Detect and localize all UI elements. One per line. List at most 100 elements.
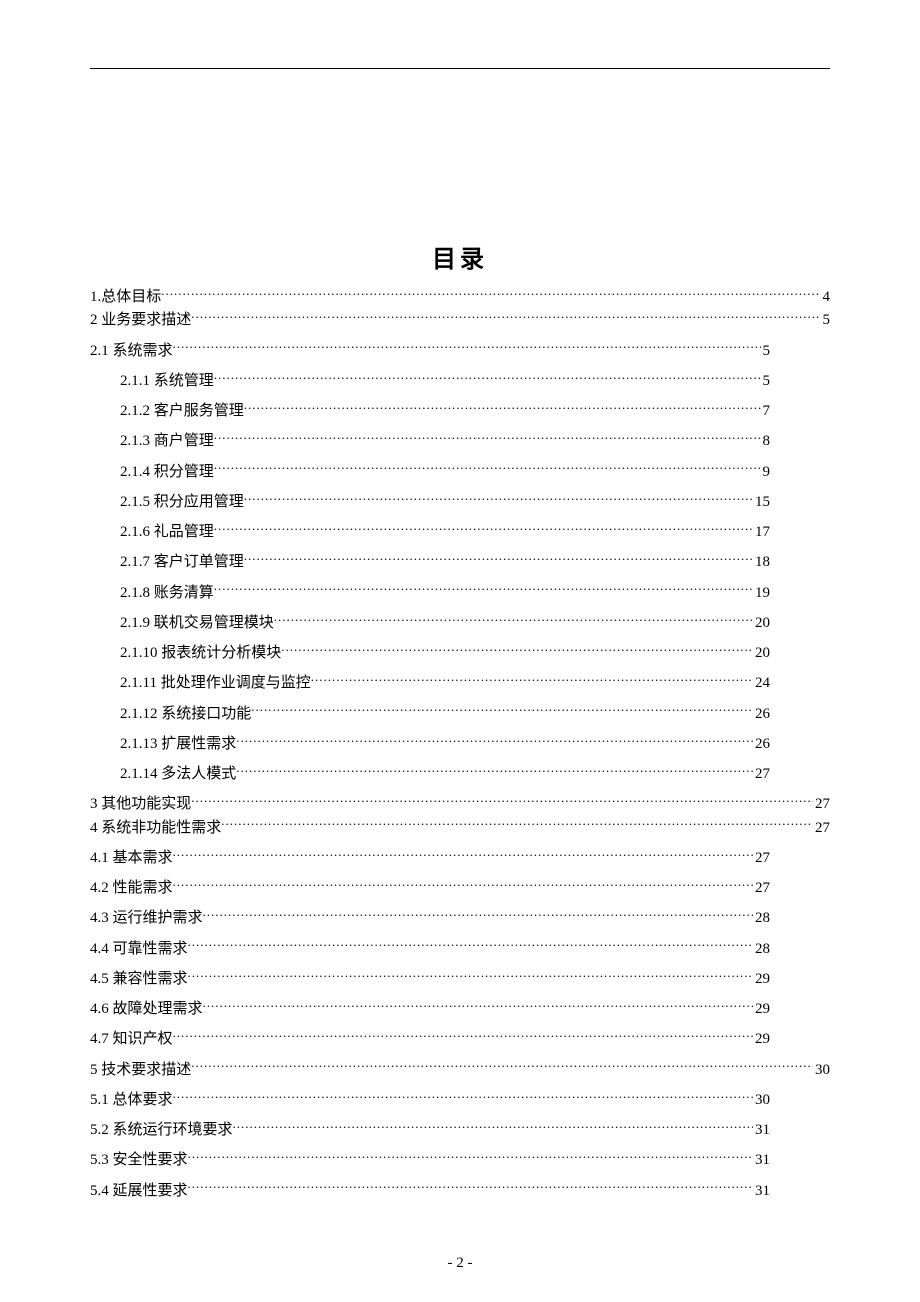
- header-rule: [90, 68, 830, 69]
- toc-entry-label: 2.1 系统需求: [90, 340, 173, 363]
- toc-entry-label: 2.1.8 账务清算: [120, 582, 214, 605]
- toc-entry-page: 4: [821, 286, 831, 309]
- toc-entry-label: 4 系统非功能性需求: [90, 817, 221, 840]
- toc-entry-page: 5: [761, 370, 771, 393]
- toc-leader-dots: [203, 998, 753, 1013]
- toc-entry: 2.1.13 扩展性需求 26: [90, 733, 770, 756]
- table-of-contents: 1.总体目标42 业务要求描述52.1 系统需求52.1.1 系统管理52.1.…: [90, 286, 830, 1203]
- toc-leader-dots: [173, 877, 753, 892]
- toc-leader-dots: [244, 551, 753, 566]
- toc-leader-dots: [214, 461, 761, 476]
- toc-entry-label: 4.4 可靠性需求: [90, 938, 188, 961]
- toc-entry-label: 2.1.7 客户订单管理: [120, 551, 244, 574]
- toc-entry-label: 4.2 性能需求: [90, 877, 173, 900]
- toc-entry: 5.3 安全性要求 31: [90, 1149, 770, 1172]
- toc-entry: 4 系统非功能性需求 27: [90, 817, 830, 840]
- toc-entry-label: 5.4 延展性要求: [90, 1180, 188, 1203]
- page-number: - 2 -: [0, 1255, 920, 1272]
- toc-entry-page: 18: [753, 551, 770, 574]
- toc-title: 目录: [90, 239, 830, 274]
- toc-entry-label: 2.1.10 报表统计分析模块: [120, 642, 281, 665]
- toc-entry: 5.1 总体要求30: [90, 1089, 770, 1112]
- toc-entry: 4.7 知识产权29: [90, 1028, 770, 1051]
- toc-leader-dots: [221, 817, 813, 832]
- toc-entry-page: 28: [753, 907, 770, 930]
- toc-entry-page: 26: [753, 733, 770, 756]
- toc-leader-dots: [191, 309, 820, 324]
- toc-entry-page: 8: [761, 430, 771, 453]
- toc-entry: 2.1.6 礼品管理17: [90, 521, 770, 544]
- toc-entry: 5 技术要求描述 30: [90, 1059, 830, 1082]
- toc-leader-dots: [188, 968, 753, 983]
- toc-entry: 2 业务要求描述 5: [90, 309, 830, 332]
- toc-leader-dots: [214, 370, 761, 385]
- toc-entry-label: 4.6 故障处理需求: [90, 998, 203, 1021]
- toc-leader-dots: [173, 340, 761, 355]
- toc-entry: 4.2 性能需求27: [90, 877, 770, 900]
- toc-entry-page: 9: [761, 461, 771, 484]
- toc-entry-label: 5.2 系统运行环境要求: [90, 1119, 233, 1142]
- toc-entry: 2.1.14 多法人模式27: [90, 763, 770, 786]
- toc-entry-label: 2.1.13 扩展性需求: [120, 733, 236, 756]
- toc-entry-page: 27: [813, 817, 830, 840]
- toc-entry-page: 20: [753, 642, 770, 665]
- toc-leader-dots: [281, 642, 753, 657]
- toc-entry: 2.1 系统需求 5: [90, 340, 770, 363]
- toc-entry: 5.4 延展性要求31: [90, 1180, 770, 1203]
- toc-entry-page: 30: [813, 1059, 830, 1082]
- toc-leader-dots: [173, 847, 753, 862]
- toc-entry-label: 4.1 基本需求: [90, 847, 173, 870]
- toc-leader-dots: [203, 907, 753, 922]
- toc-entry: 4.6 故障处理需求29: [90, 998, 770, 1021]
- toc-entry-label: 2 业务要求描述: [90, 309, 191, 332]
- toc-entry-label: 4.5 兼容性需求: [90, 968, 188, 991]
- toc-leader-dots: [311, 672, 753, 687]
- toc-entry-label: 5 技术要求描述: [90, 1059, 191, 1082]
- toc-entry-label: 2.1.12 系统接口功能: [120, 703, 251, 726]
- toc-entry-label: 1.总体目标: [90, 286, 161, 309]
- toc-entry-label: 2.1.5 积分应用管理: [120, 491, 244, 514]
- toc-leader-dots: [214, 582, 753, 597]
- toc-entry: 4.1 基本需求 27: [90, 847, 770, 870]
- toc-entry: 1.总体目标 4: [90, 286, 830, 309]
- toc-entry-page: 31: [753, 1149, 770, 1172]
- toc-entry: 2.1.2 客户服务管理7: [90, 400, 770, 423]
- toc-entry: 5.2 系统运行环境要求31: [90, 1119, 770, 1142]
- toc-leader-dots: [188, 1149, 753, 1164]
- toc-entry-page: 5: [821, 309, 831, 332]
- toc-leader-dots: [161, 286, 820, 301]
- toc-entry-label: 2.1.11 批处理作业调度与监控: [120, 672, 311, 695]
- toc-entry: 2.1.12 系统接口功能 26: [90, 703, 770, 726]
- toc-entry-page: 24: [753, 672, 770, 695]
- toc-entry-label: 4.7 知识产权: [90, 1028, 173, 1051]
- toc-entry-label: 2.1.3 商户管理: [120, 430, 214, 453]
- toc-entry: 4.3 运行维护需求28: [90, 907, 770, 930]
- toc-leader-dots: [191, 793, 813, 808]
- toc-entry-page: 27: [753, 847, 770, 870]
- toc-entry: 3 其他功能实现 27: [90, 793, 830, 816]
- toc-entry: 2.1.9 联机交易管理模块20: [90, 612, 770, 635]
- toc-leader-dots: [188, 1180, 753, 1195]
- toc-leader-dots: [214, 521, 753, 536]
- toc-entry: 2.1.11 批处理作业调度与监控 24: [90, 672, 770, 695]
- toc-leader-dots: [244, 400, 761, 415]
- toc-entry-page: 5: [761, 340, 771, 363]
- toc-entry-label: 5.3 安全性要求: [90, 1149, 188, 1172]
- toc-entry: 2.1.8 账务清算19: [90, 582, 770, 605]
- toc-entry-page: 15: [753, 491, 770, 514]
- toc-entry: 2.1.1 系统管理 5: [90, 370, 770, 393]
- toc-entry-label: 2.1.9 联机交易管理模块: [120, 612, 274, 635]
- toc-entry-page: 27: [813, 793, 830, 816]
- toc-leader-dots: [236, 733, 753, 748]
- toc-leader-dots: [173, 1028, 753, 1043]
- toc-leader-dots: [188, 938, 753, 953]
- toc-entry: 2.1.5 积分应用管理 15: [90, 491, 770, 514]
- toc-leader-dots: [233, 1119, 753, 1134]
- toc-entry: 4.4 可靠性需求28: [90, 938, 770, 961]
- toc-entry-label: 2.1.1 系统管理: [120, 370, 214, 393]
- toc-entry-page: 26: [753, 703, 770, 726]
- toc-entry-label: 2.1.14 多法人模式: [120, 763, 236, 786]
- toc-entry-page: 17: [753, 521, 770, 544]
- toc-entry-label: 3 其他功能实现: [90, 793, 191, 816]
- toc-entry-label: 5.1 总体要求: [90, 1089, 173, 1112]
